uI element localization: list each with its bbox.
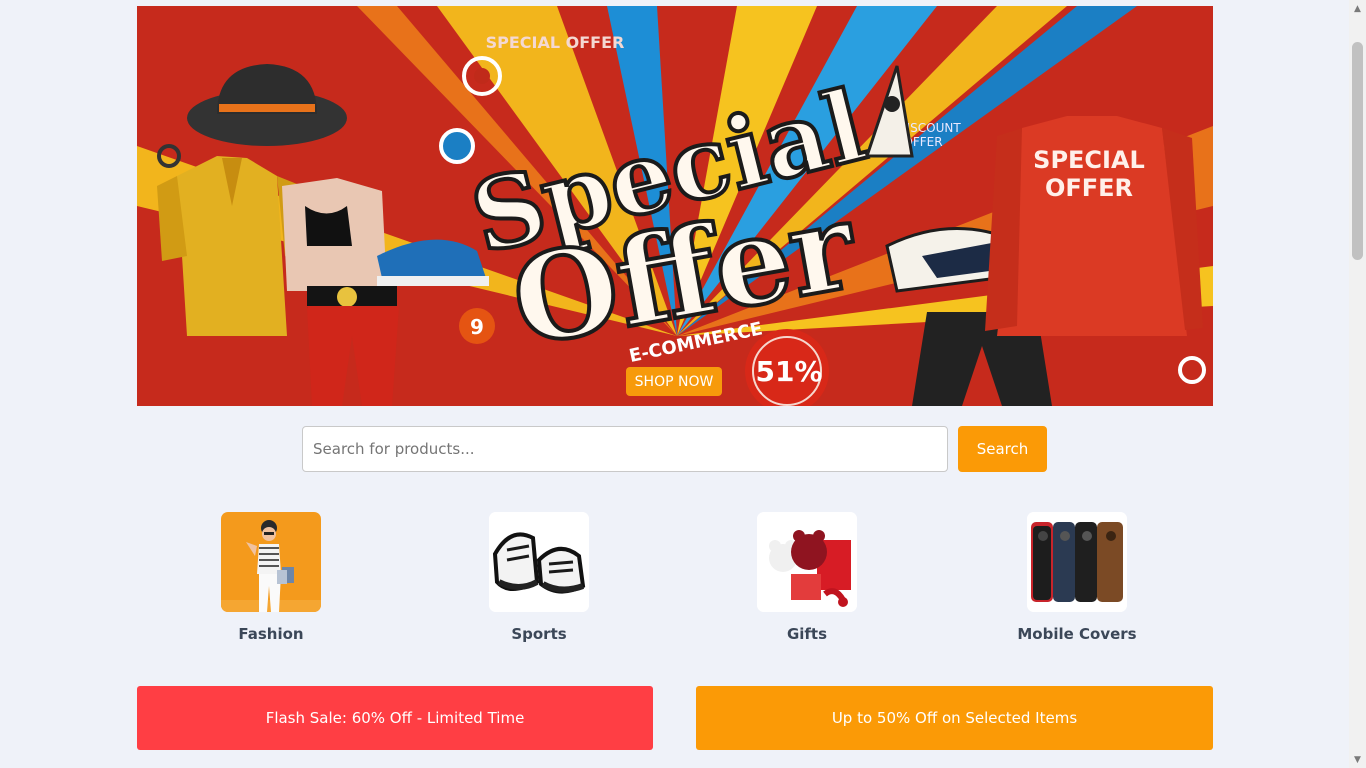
hero-banner[interactable]: Special Offer E-COMMERCE SPECIAL OFFER D… — [137, 6, 1213, 406]
page-scrollbar[interactable]: ▲ ▼ — [1349, 0, 1366, 768]
search-button[interactable]: Search — [958, 426, 1047, 472]
banner-sweater-text-1: SPECIAL — [1033, 146, 1145, 174]
category-label[interactable]: Gifts — [787, 625, 827, 643]
banner-ball-number: 9 — [470, 315, 484, 339]
chevron-up-icon[interactable]: ▲ — [1349, 0, 1366, 17]
category-fashion[interactable]: Fashion — [201, 512, 341, 643]
banner-badge-percent: 51% — [755, 355, 822, 388]
mobile-covers-image[interactable] — [1027, 512, 1127, 612]
chevron-down-icon[interactable]: ▼ — [1349, 751, 1366, 768]
category-label[interactable]: Mobile Covers — [1017, 625, 1136, 643]
category-label[interactable]: Sports — [511, 625, 566, 643]
hero-banner-art: Special Offer E-COMMERCE SPECIAL OFFER D… — [137, 6, 1213, 406]
category-label[interactable]: Fashion — [238, 625, 303, 643]
category-mobile-covers[interactable]: Mobile Covers — [1007, 512, 1147, 643]
promo-selected-items[interactable]: Up to 50% Off on Selected Items — [696, 686, 1213, 750]
promo-flash-sale[interactable]: Flash Sale: 60% Off - Limited Time — [137, 686, 653, 750]
banner-corner-tag: SPECIAL OFFER — [486, 33, 625, 52]
sports-image[interactable] — [489, 512, 589, 612]
scrollbar-thumb[interactable] — [1352, 42, 1363, 260]
shop-now-button[interactable]: SHOP NOW — [626, 367, 722, 396]
category-gifts[interactable]: Gifts — [737, 512, 877, 643]
search-input[interactable] — [302, 426, 948, 472]
category-sports[interactable]: Sports — [469, 512, 609, 643]
fashion-image[interactable] — [221, 512, 321, 612]
gifts-image[interactable] — [757, 512, 857, 612]
banner-sweater-text-2: OFFER — [1045, 174, 1133, 202]
